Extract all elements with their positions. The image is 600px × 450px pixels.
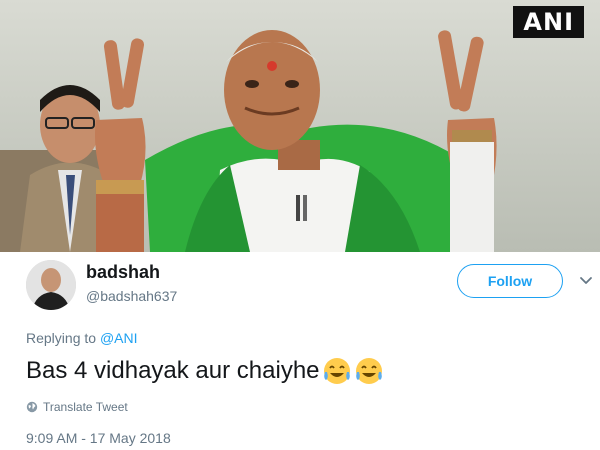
follow-button[interactable]: Follow <box>457 264 563 298</box>
avatar-image <box>26 260 76 310</box>
replying-to-link[interactable]: @ANI <box>100 330 138 346</box>
translate-label: Translate Tweet <box>43 400 128 414</box>
replying-to: Replying to @ANI <box>26 330 138 346</box>
replying-prefix: Replying to <box>26 330 97 346</box>
watermark-badge: ANI <box>513 6 584 38</box>
author-handle[interactable]: @badshah637 <box>86 288 177 304</box>
photo-illustration <box>0 0 600 252</box>
author-display-name[interactable]: badshah <box>86 262 160 283</box>
globe-icon <box>26 401 38 413</box>
avatar[interactable] <box>26 260 76 310</box>
tears-of-joy-emoji <box>355 358 382 384</box>
tweet-timestamp[interactable]: 9:09 AM - 17 May 2018 <box>26 430 171 446</box>
tweet-text-content: Bas 4 vidhayak aur chaiyhe <box>26 357 320 384</box>
translate-tweet-link[interactable]: Translate Tweet <box>26 400 128 414</box>
tears-of-joy-emoji <box>323 358 350 384</box>
tweet-card: badshah @badshah637 Follow Replying to @… <box>0 252 600 450</box>
chevron-down-icon[interactable] <box>578 272 594 288</box>
tweet-text: Bas 4 vidhayak aur chaiyhe <box>26 356 384 386</box>
tweet-photo[interactable]: ANI <box>0 0 600 252</box>
